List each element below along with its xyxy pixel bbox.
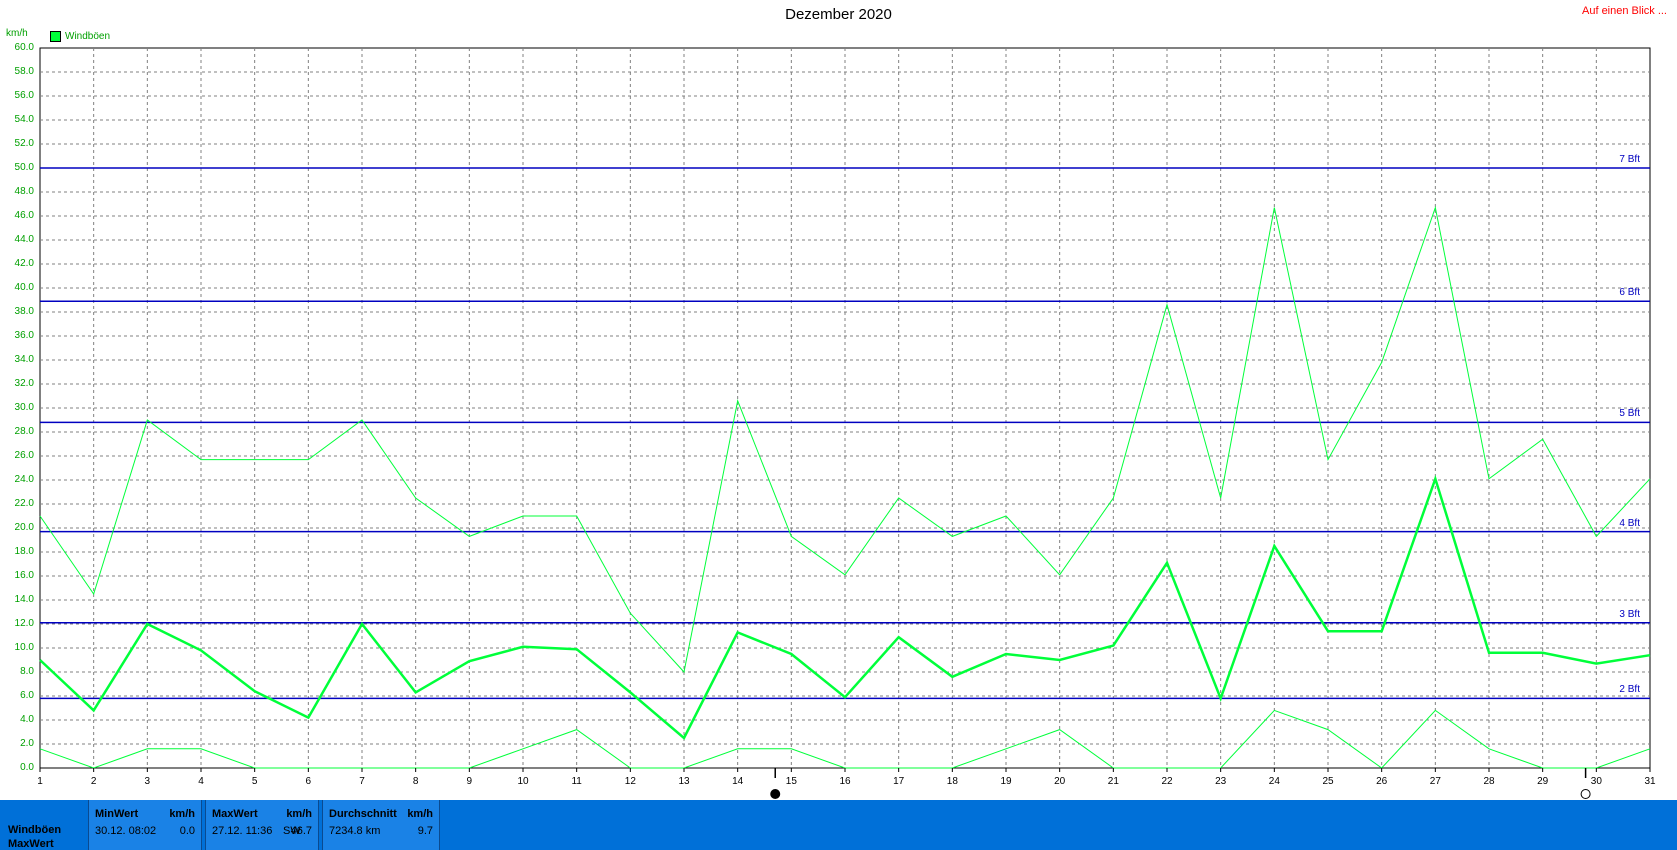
x-tick-label: 3 — [144, 776, 151, 787]
legend: Windböen — [50, 31, 110, 42]
y-tick-label: 26.0 — [14, 450, 34, 461]
beaufort-label: 3 Bft — [1619, 608, 1640, 620]
x-tick-label: 8 — [412, 776, 419, 787]
x-tick-label: 26 — [1376, 776, 1388, 787]
avg-panel: Durchschnitt km/h 7234.8 km 9.7 — [322, 800, 440, 850]
x-tick-label: 23 — [1215, 776, 1227, 787]
x-tick-label: 24 — [1268, 776, 1280, 787]
y-tick-label: 12.0 — [14, 618, 34, 629]
max-title: MaxWert — [212, 808, 258, 820]
y-tick-label: 4.0 — [20, 714, 34, 725]
x-tick-label: 9 — [466, 776, 473, 787]
y-axis-unit: km/h — [6, 28, 28, 39]
y-tick-label: 8.0 — [20, 666, 34, 677]
avg-unit: km/h — [407, 808, 433, 820]
x-tick-label: 20 — [1054, 776, 1066, 787]
y-tick-label: 50.0 — [14, 162, 34, 173]
y-tick-label: 30.0 — [14, 402, 34, 413]
x-tick-label: 27 — [1429, 776, 1441, 787]
beaufort-label: 5 Bft — [1619, 408, 1640, 420]
y-tick-label: 22.0 — [14, 498, 34, 509]
y-tick-label: 52.0 — [14, 138, 34, 149]
y-tick-label: 24.0 — [14, 474, 34, 485]
max-time: 27.12. 11:36 — [212, 825, 273, 837]
x-tick-label: 21 — [1107, 776, 1119, 787]
y-tick-label: 20.0 — [14, 522, 34, 533]
min-panel: MinWert km/h 30.12. 08:02 0.0 — [88, 800, 202, 850]
y-tick-label: 54.0 — [14, 114, 34, 125]
y-tick-label: 38.0 — [14, 306, 34, 317]
y-tick-label: 18.0 — [14, 546, 34, 557]
x-tick-label: 11 — [571, 776, 582, 787]
y-tick-label: 40.0 — [14, 282, 34, 293]
wind-gust-chart — [39, 47, 1651, 799]
min-title: MinWert — [95, 808, 139, 820]
footer-series-label: Windböen — [8, 824, 62, 836]
y-tick-label: 44.0 — [14, 234, 34, 245]
x-tick-label: 14 — [732, 776, 744, 787]
x-tick-label: 18 — [946, 776, 958, 787]
x-tick-label: 16 — [839, 776, 851, 787]
y-tick-label: 10.0 — [14, 642, 34, 653]
max-unit: km/h — [286, 808, 312, 820]
x-tick-label: 1 — [37, 776, 43, 787]
x-tick-label: 12 — [624, 776, 636, 787]
y-tick-label: 36.0 — [14, 330, 34, 341]
x-tick-label: 15 — [785, 776, 797, 787]
beaufort-label: 6 Bft — [1619, 287, 1640, 299]
y-tick-label: 60.0 — [14, 42, 34, 53]
x-tick-label: 28 — [1483, 776, 1495, 787]
stats-footer: Windböen MaxWert MinWert km/h 30.12. 08:… — [0, 800, 1677, 850]
x-tick-label: 2 — [90, 776, 97, 787]
x-tick-label: 4 — [198, 776, 204, 787]
avg-distance: 7234.8 km — [329, 825, 381, 837]
new-moon-icon — [1580, 789, 1591, 799]
y-tick-label: 6.0 — [20, 690, 34, 701]
y-tick-label: 14.0 — [14, 594, 34, 605]
avg-value: 9.7 — [417, 825, 433, 837]
x-tick-label: 17 — [893, 776, 905, 787]
full-moon-icon — [770, 789, 781, 799]
y-tick-label: 48.0 — [14, 186, 34, 197]
x-tick-label: 7 — [359, 776, 365, 787]
x-tick-label: 10 — [517, 776, 529, 787]
beaufort-label: 4 Bft — [1619, 517, 1640, 529]
x-tick-label: 29 — [1537, 776, 1549, 787]
legend-label: Windböen — [65, 31, 111, 42]
chart-title: Dezember 2020 — [785, 6, 892, 23]
x-tick-label: 6 — [305, 776, 312, 787]
beaufort-label: 7 Bft — [1619, 154, 1640, 165]
avg-title: Durchschnitt — [329, 808, 397, 820]
legend-swatch-icon — [50, 31, 61, 42]
y-tick-label: 16.0 — [14, 570, 34, 581]
y-tick-label: 34.0 — [14, 354, 34, 365]
y-tick-label: 32.0 — [14, 378, 34, 389]
x-tick-label: 25 — [1322, 776, 1334, 787]
y-tick-label: 46.0 — [14, 210, 34, 221]
x-tick-label: 31 — [1644, 776, 1656, 787]
beaufort-label: 2 Bft — [1619, 684, 1640, 696]
x-tick-label: 5 — [251, 776, 258, 787]
x-tick-label: 30 — [1590, 776, 1602, 787]
min-unit: km/h — [169, 808, 195, 820]
max-value: 46.7 — [290, 825, 312, 837]
y-tick-label: 28.0 — [14, 426, 34, 437]
y-tick-label: 0.0 — [20, 762, 34, 773]
x-tick-label: 19 — [1000, 776, 1012, 787]
min-time: 30.12. 08:02 — [95, 825, 157, 837]
max-panel: MaxWert km/h 27.12. 11:36 SW 46.7 — [205, 800, 319, 850]
y-tick-label: 42.0 — [14, 258, 34, 269]
min-value: 0.0 — [179, 825, 195, 837]
footer-row-label: MaxWert — [8, 838, 54, 850]
x-tick-label: 22 — [1161, 776, 1173, 787]
overview-link[interactable]: Auf einen Blick ... — [1582, 5, 1667, 17]
x-tick-label: 13 — [678, 776, 690, 787]
y-tick-label: 58.0 — [14, 66, 34, 77]
y-tick-label: 2.0 — [20, 738, 34, 749]
y-tick-label: 56.0 — [14, 90, 34, 101]
